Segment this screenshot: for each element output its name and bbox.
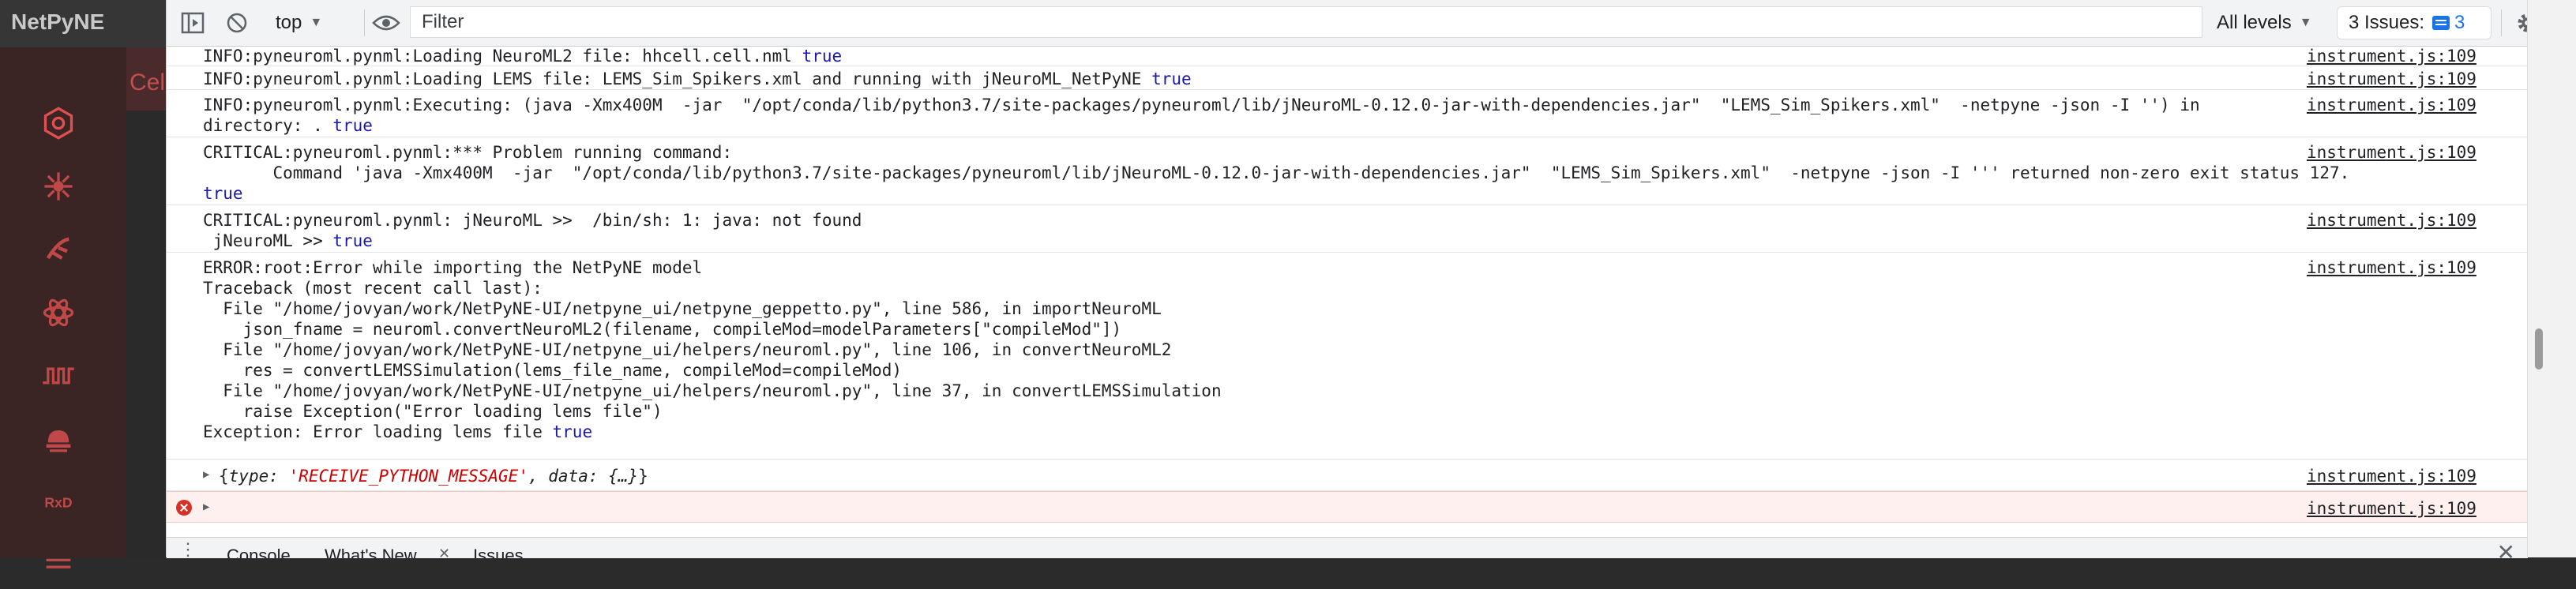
pulse-icon[interactable] — [35, 352, 82, 400]
atom-icon[interactable] — [35, 289, 82, 336]
log-message: ERROR:root:Error while importing the Net… — [167, 253, 2528, 460]
hexagon-icon[interactable] — [35, 99, 82, 147]
issues-badge: 3 — [2432, 12, 2465, 34]
tab-issues[interactable]: Issues — [473, 546, 524, 558]
log-message: CRITICAL:pyneuroml.pynml: jNeuroML >> /b… — [167, 205, 2528, 253]
close-drawer-icon[interactable]: ✕ — [2497, 539, 2515, 558]
log-text[interactable]: ERROR:root:Error while importing the Net… — [203, 257, 2461, 442]
log-message: ▶ {type: 'RECEIVE_PYTHON_MESSAGE', data:… — [167, 460, 2528, 491]
filter-input[interactable] — [411, 7, 2202, 37]
live-expression-eye-icon[interactable] — [369, 8, 404, 38]
close-tab-icon[interactable]: ✕ — [438, 546, 450, 558]
app-header: NetPyNE — [0, 0, 166, 47]
issues-count: 3 — [2454, 12, 2465, 33]
log-text[interactable]: CRITICAL:pyneuroml.pynml: jNeuroML >> /b… — [203, 210, 2461, 251]
sidebar-toggle-icon[interactable] — [178, 8, 208, 38]
context-selector[interactable]: top ▼ — [276, 8, 322, 38]
log-message: CRITICAL:pyneuroml.pynml:*** Problem run… — [167, 137, 2528, 205]
log-text[interactable]: INFO:pyneuroml.pynml:Loading NeuroML2 fi… — [203, 46, 2461, 66]
brain-icon[interactable] — [35, 415, 82, 463]
clear-console-icon[interactable] — [222, 8, 252, 38]
caret-down-icon: ▼ — [2299, 16, 2312, 29]
issues-label: 3 Issues: — [2349, 12, 2425, 33]
log-text[interactable]: INFO:pyneuroml.pynml:Loading LEMS file: … — [203, 69, 2461, 89]
bottom-drawer: ⋮ Console What's New ✕ Issues ✕ — [167, 537, 2528, 558]
more-vertical-icon[interactable]: ⋮ — [179, 539, 197, 558]
toolbar-divider — [2501, 9, 2502, 36]
context-selector-label: top — [276, 12, 302, 33]
tab-whats-new[interactable]: What's New — [325, 546, 417, 558]
log-levels-dropdown[interactable]: All levels ▼ — [2217, 8, 2312, 38]
message-icon — [2432, 16, 2450, 30]
toolbar-divider — [364, 9, 365, 36]
app-title: NetPyNE — [11, 9, 105, 34]
app-sidebar: RxD — [0, 47, 126, 568]
menu-icon[interactable] — [35, 542, 82, 589]
tab-console[interactable]: Console — [227, 546, 291, 558]
source-link[interactable]: instrument.js:109 — [2307, 46, 2476, 66]
error-icon — [176, 500, 192, 516]
log-message: INFO:pyneuroml.pynml:Loading LEMS file: … — [167, 66, 2528, 90]
source-link[interactable]: instrument.js:109 — [2307, 69, 2476, 89]
log-text[interactable]: CRITICAL:pyneuroml.pynml:*** Problem run… — [203, 142, 2461, 204]
issues-button[interactable]: 3 Issues: 3 — [2337, 6, 2492, 39]
source-link[interactable]: instrument.js:109 — [2307, 498, 2476, 519]
synapse-icon[interactable] — [35, 226, 82, 273]
source-link[interactable]: instrument.js:109 — [2307, 95, 2476, 115]
svg-text:RxD: RxD — [44, 495, 72, 511]
scrollbar-thumb[interactable] — [2535, 328, 2543, 370]
caret-down-icon: ▼ — [310, 16, 323, 29]
expand-triangle-icon[interactable]: ▶ — [203, 501, 209, 513]
console-toolbar: top ▼ All levels ▼ 3 Issues: 3 — [167, 0, 2537, 47]
source-link[interactable]: instrument.js:109 — [2307, 466, 2476, 486]
rxd-icon[interactable]: RxD — [35, 478, 82, 526]
log-text[interactable]: INFO:pyneuroml.pynml:Executing: (java -X… — [203, 95, 2461, 136]
neuron-icon[interactable] — [35, 163, 82, 210]
vertical-scrollbar[interactable] — [2530, 47, 2546, 524]
filter-box[interactable] — [410, 6, 2202, 38]
app-content-label: Cell — [130, 69, 171, 96]
log-message: INFO:pyneuroml.pynml:Loading NeuroML2 fi… — [167, 46, 2528, 66]
source-link[interactable]: instrument.js:109 — [2307, 142, 2476, 163]
devtools-console-panel: top ▼ All levels ▼ 3 Issues: 3 INFO:pyne… — [166, 0, 2537, 558]
log-message: INFO:pyneuroml.pynml:Executing: (java -X… — [167, 90, 2528, 137]
expand-triangle-icon[interactable]: ▶ — [203, 468, 209, 481]
source-link[interactable]: instrument.js:109 — [2307, 210, 2476, 231]
object-preview[interactable]: {type: 'RECEIVE_PYTHON_MESSAGE', data: {… — [219, 466, 2477, 486]
log-levels-label: All levels — [2217, 12, 2292, 33]
error-message: ▶ instrument.js:109 — [167, 491, 2528, 523]
source-link[interactable]: instrument.js:109 — [2307, 257, 2476, 278]
console-log: INFO:pyneuroml.pynml:Loading NeuroML2 fi… — [167, 46, 2528, 524]
